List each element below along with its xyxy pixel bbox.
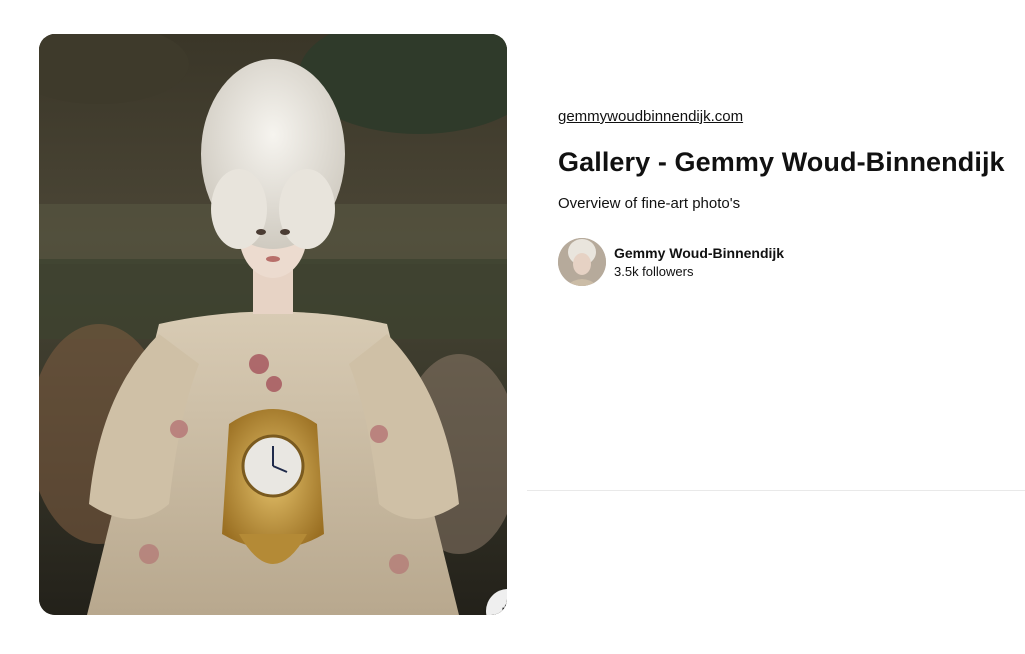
pin-image[interactable] bbox=[39, 34, 507, 615]
source-link[interactable]: gemmywoudbinnendijk.com bbox=[558, 108, 743, 125]
avatar[interactable] bbox=[558, 238, 606, 286]
pin-details: gemmywoudbinnendijk.com Gallery - Gemmy … bbox=[558, 108, 1018, 286]
follower-count: 3.5k followers bbox=[614, 263, 694, 279]
pin-photo bbox=[39, 34, 507, 615]
creator-text: Gemmy Woud-Binnendijk 3.5k followers bbox=[614, 244, 784, 281]
pin-description: Overview of fine-art photo's bbox=[558, 195, 741, 212]
avatar-image bbox=[558, 238, 606, 286]
creator-info: Gemmy Woud-Binnendijk 3.5k followers bbox=[558, 238, 1018, 286]
pin-page: gemmywoudbinnendijk.com Gallery - Gemmy … bbox=[0, 0, 1025, 654]
shopping-bag-icon bbox=[502, 603, 507, 615]
section-divider bbox=[527, 490, 1025, 491]
creator-name[interactable]: Gemmy Woud-Binnendijk bbox=[614, 244, 784, 263]
pin-title: Gallery - Gemmy Woud-Binnendijk bbox=[558, 147, 1005, 177]
